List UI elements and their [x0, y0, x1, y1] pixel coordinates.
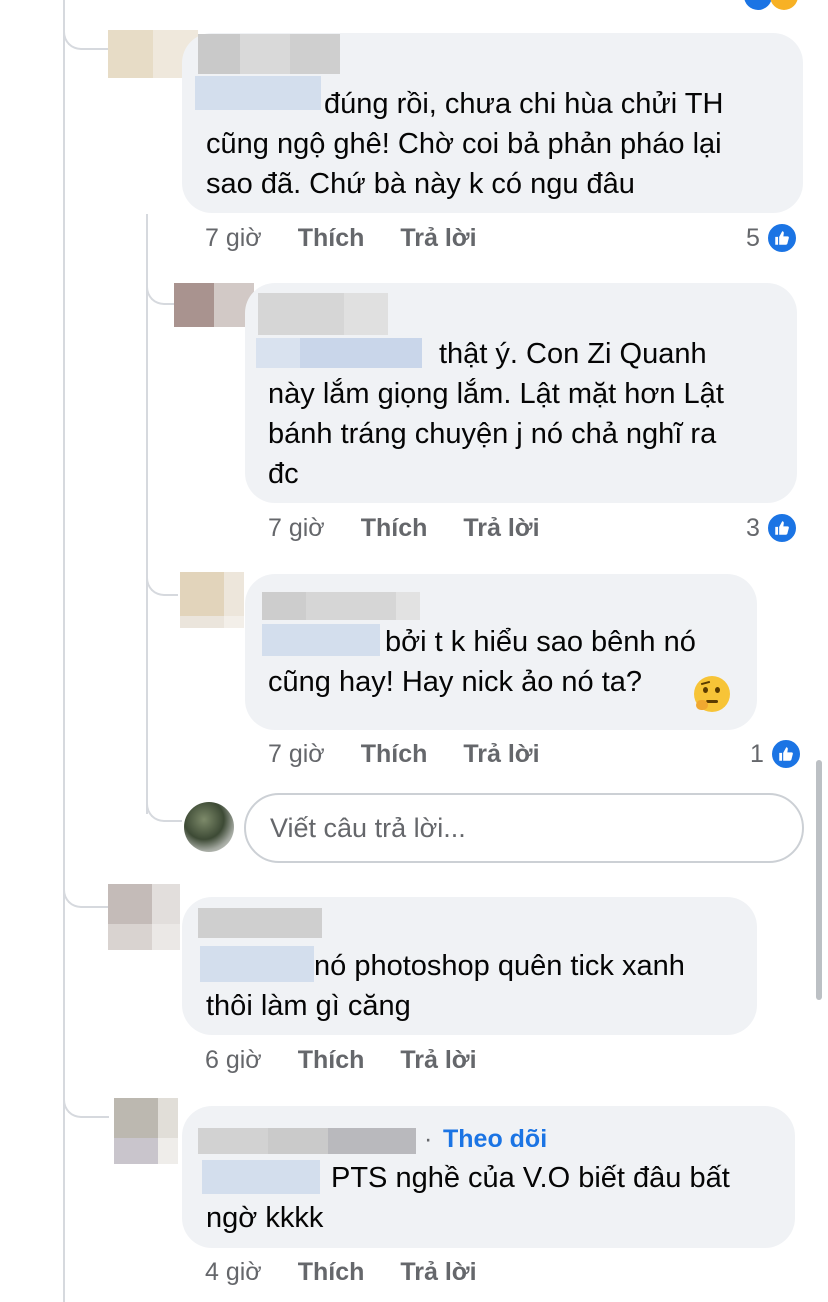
comment-meta: 4 giờ Thích Trả lời	[205, 1258, 477, 1287]
comment-meta: 6 giờ Thích Trả lời	[205, 1046, 477, 1075]
thread-connector	[63, 1070, 109, 1118]
thread-connector	[63, 0, 109, 50]
like-button[interactable]: Thích	[298, 1046, 365, 1075]
avatar[interactable]	[180, 572, 244, 628]
commenter-name-blurred[interactable]	[258, 293, 388, 335]
reaction-count[interactable]: 1	[750, 738, 802, 770]
commenter-name-blurred[interactable]	[262, 592, 420, 620]
reply-button[interactable]: Trả lời	[463, 740, 539, 769]
like-count: 5	[746, 223, 760, 252]
comment-time[interactable]: 7 giờ	[205, 224, 262, 253]
follow-button[interactable]: Theo dõi	[443, 1125, 547, 1154]
like-count: 1	[750, 739, 764, 768]
avatar[interactable]	[114, 1098, 178, 1164]
reply-button[interactable]: Trả lời	[400, 1046, 476, 1075]
comment-text: thật ý. Con Zi Quanh này lắm giọng lắm. …	[268, 338, 724, 490]
thumbs-up-icon	[765, 512, 798, 544]
comment-time[interactable]: 7 giờ	[268, 514, 325, 543]
commenter-name-blurred[interactable]	[198, 34, 340, 74]
thread-connector	[146, 760, 182, 822]
like-button[interactable]: Thích	[361, 740, 428, 769]
separator-dot: ·	[424, 1125, 433, 1153]
reply-button[interactable]: Trả lời	[400, 1258, 476, 1287]
thumbs-up-icon	[765, 222, 798, 254]
like-button[interactable]: Thích	[361, 514, 428, 543]
reply-box[interactable]	[244, 793, 804, 863]
cutoff-reaction-icon	[770, 0, 798, 10]
like-button[interactable]: Thích	[298, 1258, 365, 1287]
reply-button[interactable]: Trả lời	[400, 224, 476, 253]
like-button[interactable]: Thích	[298, 224, 365, 253]
commenter-name-blurred[interactable]	[198, 1128, 416, 1154]
comment-time[interactable]: 6 giờ	[205, 1046, 262, 1075]
comment-meta: 7 giờ Thích Trả lời	[205, 224, 477, 253]
comment-meta: 7 giờ Thích Trả lời	[268, 740, 540, 769]
comment-meta: 7 giờ Thích Trả lời	[268, 514, 540, 543]
commenter-name-blurred[interactable]	[198, 908, 322, 938]
thumbs-up-icon	[769, 738, 802, 770]
scrollbar[interactable]	[816, 760, 822, 1000]
comment-text: bởi t k hiểu sao bênh nó cũng hay! Hay n…	[268, 626, 696, 698]
comment-time[interactable]: 4 giờ	[205, 1258, 262, 1287]
avatar[interactable]	[174, 283, 254, 327]
comment-text: nó photoshop quên tick xanh thôi làm gì …	[206, 950, 685, 1022]
reaction-count[interactable]: 5	[746, 222, 798, 254]
thread-connector	[63, 860, 109, 908]
cutoff-like-icon	[744, 0, 772, 10]
current-user-avatar[interactable]	[184, 802, 234, 852]
comment-text: đúng rồi, chưa chi hùa chửi TH cũng ngộ …	[206, 88, 724, 200]
comment-time[interactable]: 7 giờ	[268, 740, 325, 769]
thread-line-inner-vertical	[146, 214, 148, 814]
thread-connector	[146, 540, 178, 596]
like-count: 3	[746, 513, 760, 542]
avatar[interactable]	[108, 884, 180, 950]
reply-button[interactable]: Trả lời	[463, 514, 539, 543]
thinking-face-emoji	[694, 676, 730, 712]
thread-connector	[146, 255, 176, 305]
reply-input[interactable]	[246, 795, 802, 861]
reaction-count[interactable]: 3	[746, 512, 798, 544]
comment-text: PTS nghề của V.O biết đâu bất ngờ kkkk	[206, 1162, 730, 1234]
